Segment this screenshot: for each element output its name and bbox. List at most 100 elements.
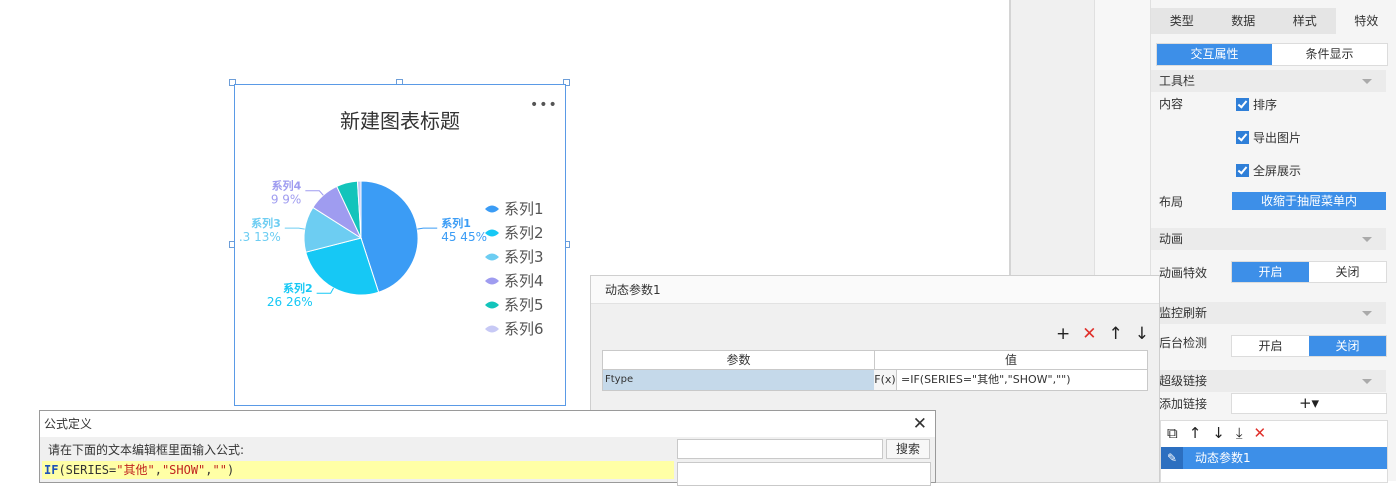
pie-chart: 系列145 45%系列226 26%系列3.3 13%系列49 9%系列1系列2… [235, 85, 565, 405]
link-list: ⧉ ↑ ↓ ⤓ ✕ ✎ 动态参数1 [1160, 420, 1388, 483]
add-link-label: 添加链接 [1159, 395, 1207, 412]
move-down-icon[interactable]: ↓ [1135, 324, 1149, 344]
legend-swatch [485, 302, 499, 309]
checkbox-icon[interactable] [1236, 164, 1249, 177]
tab-effects[interactable]: 特效 [1336, 8, 1396, 34]
layout-label: 布局 [1159, 193, 1183, 210]
section-hyperlink[interactable]: 超级链接 [1151, 370, 1386, 392]
legend-swatch [485, 206, 499, 213]
move-down-icon[interactable]: ↓ [1212, 423, 1225, 443]
data-label-name: 系列3 [251, 216, 281, 230]
legend-label: 系列2 [504, 224, 544, 242]
section-animation[interactable]: 动画 [1151, 228, 1386, 250]
check-fullscreen[interactable]: 全屏展示 [1236, 162, 1301, 179]
checkbox-icon[interactable] [1236, 131, 1249, 144]
legend-label: 系列5 [504, 296, 544, 314]
label-leader-line [417, 228, 437, 229]
add-link-button[interactable]: +▾ [1231, 393, 1387, 414]
animation-on-button[interactable]: 开启 [1232, 262, 1309, 282]
formula-dialog-title: 公式定义 [40, 411, 935, 437]
section-toolbar[interactable]: 工具栏 [1151, 70, 1386, 92]
edit-pencil-icon[interactable]: ✎ [1161, 447, 1183, 469]
data-label-value: .3 13% [239, 230, 281, 244]
check-export-label: 导出图片 [1253, 129, 1301, 146]
collapse-arrow-icon[interactable] [1362, 311, 1372, 316]
formula-string: "SHOW" [162, 463, 205, 477]
monitor-off-button[interactable]: 关闭 [1309, 336, 1386, 356]
formula-part: ) [227, 463, 234, 477]
content-label: 内容 [1159, 95, 1183, 112]
data-label-value: 45 45% [441, 230, 487, 244]
param-value-cell[interactable]: =IF(SERIES="其他","SHOW","") [897, 370, 1147, 390]
legend-label: 系列4 [504, 272, 544, 290]
legend-item[interactable]: 系列4 [485, 272, 544, 290]
close-icon[interactable]: ✕ [913, 413, 927, 435]
search-button[interactable]: 搜索 [886, 439, 930, 459]
link-toolbar: ⧉ ↑ ↓ ⤓ ✕ [1167, 423, 1266, 443]
data-label-name: 系列1 [441, 216, 471, 230]
table-row[interactable]: Ftype F(x) =IF(SERIES="其他","SHOW","") [602, 370, 1148, 391]
monitor-toggle: 开启 关闭 [1231, 335, 1387, 357]
label-leader-line [317, 288, 334, 293]
formula-dialog: 公式定义 ✕ 请在下面的文本编辑框里面输入公式: IF(SERIES="其他",… [39, 410, 936, 483]
effects-subtabs: 交互属性 条件显示 [1156, 43, 1388, 66]
legend-label: 系列3 [504, 248, 544, 266]
collapse-arrow-icon[interactable] [1362, 379, 1372, 384]
param-table: 参数 值 Ftype F(x) =IF(SERIES="其他","SHOW","… [602, 350, 1148, 391]
legend-swatch [485, 326, 499, 333]
monitor-on-button[interactable]: 开启 [1232, 336, 1309, 356]
animation-off-button[interactable]: 关闭 [1309, 262, 1386, 282]
formula-icon[interactable]: F(x) [874, 370, 897, 390]
col-param-header: 参数 [603, 351, 875, 369]
tab-style[interactable]: 样式 [1274, 8, 1336, 34]
check-sort[interactable]: 排序 [1236, 96, 1277, 113]
section-monitor[interactable]: 监控刷新 [1151, 302, 1386, 324]
col-value-header: 值 [875, 351, 1147, 369]
delete-icon[interactable]: ✕ [1254, 423, 1267, 443]
add-icon[interactable]: + [1056, 324, 1070, 344]
legend-item[interactable]: 系列6 [485, 320, 544, 338]
label-leader-line [285, 228, 305, 229]
chart-widget[interactable]: 新建图表标题 ••• 系列145 45%系列226 26%系列3.3 13%系列… [234, 84, 566, 406]
formula-string: "其他" [116, 463, 154, 477]
param-name-cell[interactable]: Ftype [603, 370, 874, 390]
section-monitor-label: 监控刷新 [1159, 306, 1207, 320]
check-sort-label: 排序 [1253, 96, 1277, 113]
check-fullscreen-label: 全屏展示 [1253, 162, 1301, 179]
tab-data[interactable]: 数据 [1213, 8, 1275, 34]
legend-item[interactable]: 系列2 [485, 224, 544, 242]
move-up-icon[interactable]: ↑ [1189, 423, 1202, 443]
function-search-input[interactable] [677, 439, 883, 459]
tab-type[interactable]: 类型 [1151, 8, 1213, 34]
legend-item[interactable]: 系列1 [485, 200, 544, 218]
formula-string: "" [213, 463, 227, 477]
subtab-conditional[interactable]: 条件显示 [1272, 44, 1387, 65]
link-item[interactable]: ✎ 动态参数1 [1161, 447, 1387, 469]
animation-toggle: 开启 关闭 [1231, 261, 1387, 283]
check-export-image[interactable]: 导出图片 [1236, 129, 1301, 146]
copy-icon[interactable]: ⧉ [1167, 423, 1178, 443]
legend-swatch [485, 278, 499, 285]
legend-swatch [485, 254, 499, 261]
formula-editor[interactable]: IF(SERIES="其他","SHOW","") [42, 461, 674, 479]
move-bottom-icon[interactable]: ⤓ [1236, 423, 1243, 443]
properties-panel: 类型 数据 样式 特效 交互属性 条件显示 工具栏 内容 排序 导出图片 全屏展… [1150, 0, 1396, 481]
legend-label: 系列1 [504, 200, 544, 218]
collapse-arrow-icon[interactable] [1362, 237, 1372, 242]
link-item-label: 动态参数1 [1195, 447, 1251, 469]
subtab-interaction[interactable]: 交互属性 [1157, 44, 1272, 65]
move-up-icon[interactable]: ↑ [1109, 324, 1123, 344]
formula-part: (SERIES= [58, 463, 116, 477]
collapse-arrow-icon[interactable] [1362, 79, 1372, 84]
section-hyperlink-label: 超级链接 [1159, 374, 1207, 388]
layout-select[interactable]: 收缩于抽屉菜单内 [1232, 192, 1386, 210]
data-label-value: 26 26% [267, 295, 313, 309]
legend-item[interactable]: 系列3 [485, 248, 544, 266]
function-list[interactable] [677, 462, 931, 486]
param-toolbar: + ✕ ↑ ↓ [1056, 324, 1149, 344]
delete-icon[interactable]: ✕ [1082, 324, 1096, 344]
section-toolbar-label: 工具栏 [1159, 74, 1195, 88]
legend-item[interactable]: 系列5 [485, 296, 544, 314]
checkbox-icon[interactable] [1236, 98, 1249, 111]
animation-label: 动画特效 [1159, 264, 1207, 281]
